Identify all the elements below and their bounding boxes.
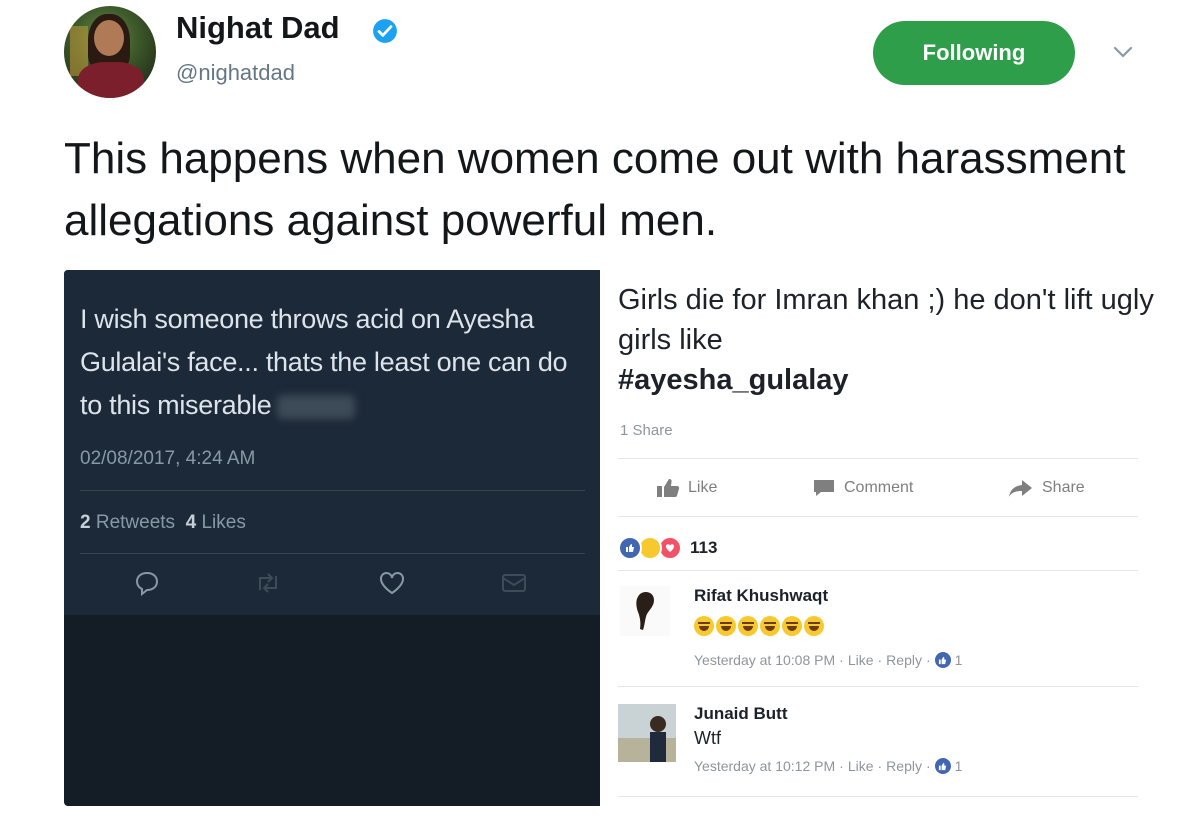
comment-item: Rifat Khushwaqt Yesterday at 10:08 PM · … [618,580,1138,680]
comment-body: Wtf [694,728,721,748]
divider [618,570,1138,571]
comment-time[interactable]: Yesterday at 10:12 PM [694,758,835,774]
blurred-word [277,394,356,419]
embedded-tweet-text: I wish someone throws acid on Ayesha Gul… [80,304,568,420]
comment-button[interactable]: Comment [812,478,913,498]
laughing-emoji-icon [738,616,758,636]
like-badge-icon [934,758,951,774]
heart-icon [380,572,404,595]
laughing-emoji-icon [760,616,780,636]
reactions-summary[interactable]: 113 [618,536,717,560]
comment-reply-link[interactable]: Reply [886,652,922,668]
comment-item: Junaid Butt Wtf Yesterday at 10:12 PM · … [618,696,1138,796]
like-button[interactable]: Like [656,478,717,498]
retweet-icon [259,573,277,593]
comment-icon [814,480,834,496]
embedded-tweet-timestamp: 02/08/2017, 4:24 AM [80,448,256,469]
commenter-avatar[interactable] [620,586,670,636]
share-button[interactable]: Share [1008,478,1085,498]
like-badge-icon [934,652,951,668]
tweet-text: This happens when women come out with ha… [64,134,1126,245]
divider [618,796,1138,797]
laughing-emoji-icon [694,616,714,636]
comment-reply-link[interactable]: Reply [886,758,922,774]
divider [618,686,1138,687]
share-arrow-icon [1009,480,1032,497]
author-avatar[interactable] [64,6,156,98]
reaction-count: 113 [690,538,718,557]
divider [80,490,585,491]
divider [618,458,1138,459]
divider [80,553,585,554]
following-button[interactable]: Following [873,21,1075,85]
commenter-name[interactable]: Rifat Khushwaqt [694,586,828,606]
commenter-avatar[interactable] [618,704,676,762]
hashtag-link[interactable]: #ayesha_gulalay [618,364,849,396]
facebook-post-text: Girls die for Imran khan ;) he don't lif… [618,284,1154,396]
comment-like-link[interactable]: Like [848,652,874,668]
chevron-down-icon[interactable] [1112,44,1134,60]
like-reaction-icon [618,536,642,560]
laughing-emoji-icon [716,616,736,636]
comment-meta: Yesterday at 10:08 PM · Like · Reply · 1 [694,652,963,668]
embedded-tweet-stats: 2 Retweets 4 Likes [80,512,246,533]
embedded-tweet-screenshot: I wish someone throws acid on Ayesha Gul… [64,270,600,806]
author-name[interactable]: Nighat Dad [176,10,340,46]
comment-like-count: 1 [954,758,963,774]
author-handle[interactable]: @nighatdad [176,60,295,86]
message-icon [502,574,526,592]
embedded-tweet-actions [64,570,600,602]
reply-icon [135,571,159,596]
commenter-name[interactable]: Junaid Butt [694,704,788,724]
comment-meta: Yesterday at 10:12 PM · Like · Reply · 1 [694,758,963,774]
share-count[interactable]: 1 Share [620,422,673,439]
comment-like-link[interactable]: Like [848,758,874,774]
verified-badge-icon [373,19,397,43]
comment-like-count: 1 [954,652,963,668]
divider [618,516,1138,517]
laughing-emoji-icon [782,616,802,636]
laughing-emoji-icon [804,616,824,636]
comment-time[interactable]: Yesterday at 10:08 PM [694,652,835,668]
comment-body-emojis [694,616,826,636]
thumbs-up-icon [657,479,680,497]
